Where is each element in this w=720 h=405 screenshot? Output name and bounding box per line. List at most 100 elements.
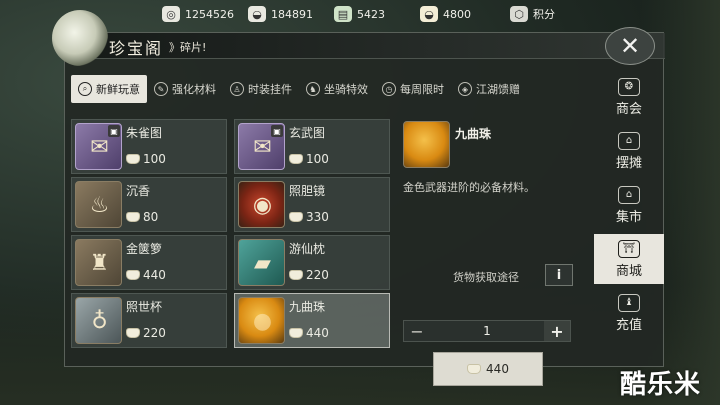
- item-price: 220: [126, 326, 166, 340]
- item-thumbnail: ♁: [75, 297, 122, 344]
- currency-label: 积分: [533, 8, 555, 21]
- tab-weekly-limited[interactable]: ◷ 每周限时: [375, 75, 451, 103]
- gold-ingot-icon: [126, 328, 140, 338]
- gold-ingot-icon: [126, 154, 140, 164]
- item-thumbnail: ♨: [75, 181, 122, 228]
- money-bag-icon: ♝: [618, 293, 640, 312]
- sidebar-item-recharge[interactable]: ♝ 充值: [594, 288, 664, 338]
- info-icon: i: [556, 267, 562, 283]
- moon-emblem: [52, 10, 108, 66]
- price-value: 330: [306, 210, 329, 224]
- increase-button[interactable]: +: [544, 321, 570, 341]
- item-name: 游仙枕: [289, 242, 326, 256]
- plus-icon: +: [550, 321, 564, 341]
- gold-ingot-icon: [289, 328, 303, 338]
- tab-gifts[interactable]: ◈ 江湖馈赠: [451, 75, 527, 103]
- gold-ingot-icon: ◒: [420, 6, 438, 22]
- shop-item[interactable]: ♜ 金箧箩 440: [71, 235, 227, 290]
- currency-value: 5423: [357, 7, 385, 21]
- decrease-button[interactable]: −: [404, 321, 430, 341]
- gold-ingot-icon: [289, 212, 303, 222]
- tab-label: 强化材料: [172, 83, 216, 96]
- gold-ingot-icon: [289, 154, 303, 164]
- shop-item[interactable]: ♨ 沉香 80: [71, 177, 227, 232]
- close-button[interactable]: ✕: [605, 27, 655, 65]
- sidebar-item-label: 摆摊: [615, 155, 642, 171]
- tab-fashion[interactable]: ♙ 时装挂件: [223, 75, 299, 103]
- close-icon: ✕: [619, 32, 641, 60]
- magnifier-icon: ⌕: [78, 82, 92, 96]
- shop-item[interactable]: ▰ 游仙枕 220: [234, 235, 390, 290]
- sidebar-item-market[interactable]: ⌂ 集市: [594, 180, 664, 230]
- item-price: 440: [126, 268, 166, 282]
- market-icon: ⌂: [618, 185, 640, 204]
- item-thumbnail: ●: [238, 297, 285, 344]
- item-thumbnail: ✉ ▣: [75, 123, 122, 170]
- gold-ingot-icon: [467, 364, 482, 374]
- item-name: 沉香: [126, 184, 151, 198]
- sidebar-item-chamber[interactable]: ❂ 商会: [594, 72, 664, 122]
- shop-item[interactable]: ✉ ▣ 朱雀图 100: [71, 119, 227, 174]
- guild-emblem-icon: ❂: [618, 77, 640, 96]
- pavilion-icon: ⛩: [618, 239, 640, 258]
- price-value: 100: [306, 152, 329, 166]
- watermark: 酷乐米: [620, 370, 702, 400]
- price-value: 440: [143, 268, 166, 282]
- item-price: 100: [289, 152, 329, 166]
- quantity-value[interactable]: 1: [430, 321, 544, 341]
- sidebar-item-stall[interactable]: ⌂ 摆摊: [594, 126, 664, 176]
- gold-ingot-icon: [126, 270, 140, 280]
- breadcrumb: 》碎片!: [169, 41, 207, 54]
- currency-silver: ◒ 184891: [248, 4, 313, 24]
- jade-pillow-icon: ▰: [254, 251, 271, 276]
- price-value: 100: [143, 152, 166, 166]
- item-price: 330: [289, 210, 329, 224]
- item-thumbnail: ✉ ▣: [238, 123, 285, 170]
- tab-enhance-materials[interactable]: ✎ 强化材料: [147, 75, 223, 103]
- cup-icon: ♁: [91, 309, 108, 334]
- item-thumbnail: ▰: [238, 239, 285, 286]
- amber-pearl-icon: ●: [252, 309, 273, 334]
- tab-novelties[interactable]: ⌕ 新鲜玩意: [71, 75, 147, 103]
- tab-label: 新鲜玩意: [96, 83, 140, 96]
- price-value: 220: [143, 326, 166, 340]
- tab-mount-effects[interactable]: ♞ 坐骑特效: [299, 75, 375, 103]
- shop-item[interactable]: ✉ ▣ 玄武图 100: [234, 119, 390, 174]
- horse-icon: ♞: [306, 82, 320, 96]
- mirror-icon: ◉: [252, 193, 273, 218]
- tab-label: 江湖馈赠: [476, 83, 520, 96]
- info-button[interactable]: i: [545, 264, 573, 286]
- buy-button[interactable]: 440: [433, 352, 543, 386]
- quantity-stepper: − 1 +: [403, 320, 571, 342]
- item-name: 朱雀图: [126, 126, 163, 140]
- currency-ticket: ▤ 5423: [334, 4, 385, 24]
- category-tabs: ⌕ 新鲜玩意 ✎ 强化材料 ♙ 时装挂件 ♞ 坐骑特效 ◷ 每周限时 ◈ 江湖馈…: [71, 75, 591, 105]
- item-price: 100: [126, 152, 166, 166]
- item-price: 80: [126, 210, 158, 224]
- item-name: 金箧箩: [126, 242, 163, 256]
- shop-item[interactable]: ◉ 照胆镜 330: [234, 177, 390, 232]
- buy-price: 440: [486, 362, 509, 376]
- shop-item-selected[interactable]: ● 九曲珠 440: [234, 293, 390, 348]
- amber-pearl-icon: [403, 121, 450, 168]
- silver-ingot-icon: ◒: [248, 6, 266, 22]
- gold-ingot-icon: [289, 270, 303, 280]
- lock-icon: ▣: [108, 125, 120, 137]
- stall-icon: ⌂: [618, 131, 640, 150]
- detail-description: 金色武器进阶的必备材料。: [403, 181, 535, 194]
- lock-icon: ▣: [271, 125, 283, 137]
- clock-icon: ◷: [382, 82, 396, 96]
- sidebar-item-label: 商会: [615, 101, 642, 117]
- currency-gold: ◒ 4800: [420, 4, 471, 24]
- gift-icon: ◈: [458, 82, 472, 96]
- detail-item-name: 九曲珠: [455, 127, 492, 141]
- minus-icon: −: [410, 321, 424, 341]
- item-thumbnail: ♜: [75, 239, 122, 286]
- sidebar-item-mall[interactable]: ⛩ 商城: [594, 234, 664, 284]
- currency-value: 184891: [271, 7, 313, 21]
- shop-item[interactable]: ♁ 照世杯 220: [71, 293, 227, 348]
- incense-icon: ♨: [89, 193, 110, 218]
- item-name: 照世杯: [126, 300, 163, 314]
- treasure-shop-panel: 珍宝阁 》碎片! ✕ ⌕ 新鲜玩意 ✎ 强化材料 ♙ 时装挂件 ♞ 坐骑特效 ◷…: [64, 27, 665, 386]
- green-ticket-icon: ▤: [334, 6, 352, 22]
